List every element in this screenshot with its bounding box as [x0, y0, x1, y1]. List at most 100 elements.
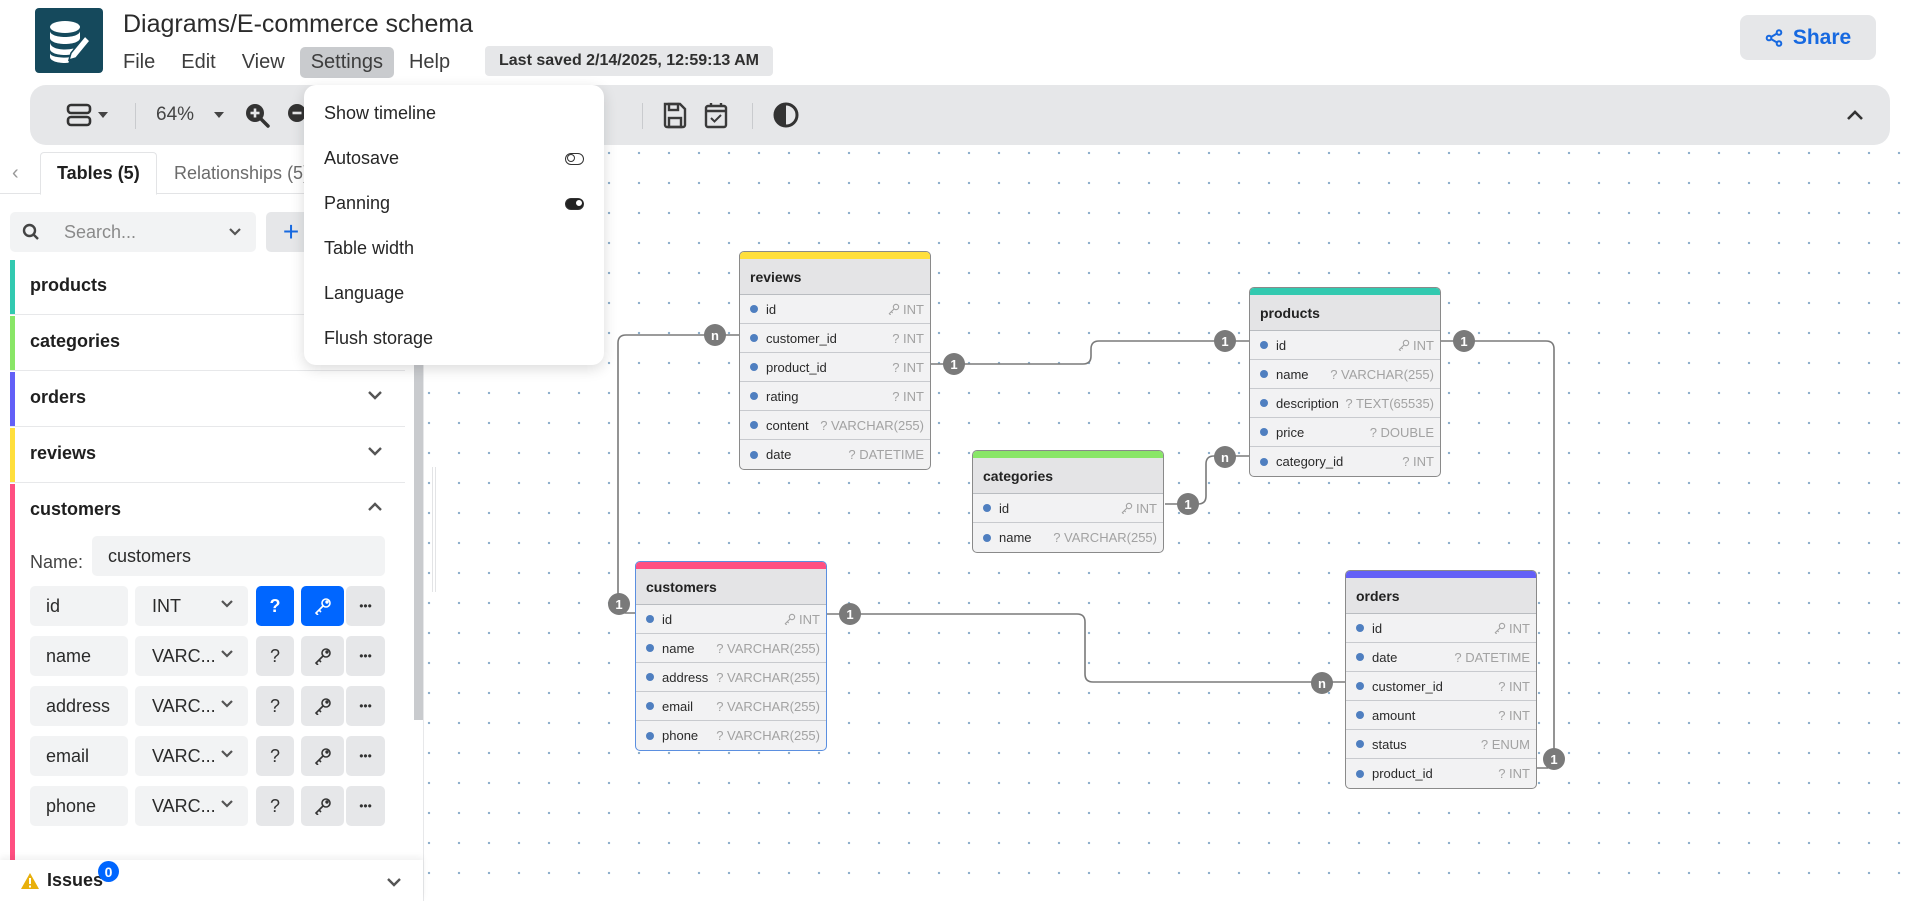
diagram-table-categories[interactable]: categories id INT name ? VARCHAR(255) — [972, 450, 1164, 553]
field-handle-dot[interactable] — [1260, 370, 1268, 378]
share-button[interactable]: Share — [1740, 15, 1876, 60]
table-field-row[interactable]: amount ? INT — [1346, 701, 1536, 730]
table-field-row[interactable]: price ? DOUBLE — [1250, 418, 1440, 447]
field-handle-dot[interactable] — [1356, 711, 1364, 719]
table-field-row[interactable]: customer_id ? INT — [740, 324, 930, 353]
table-field-row[interactable]: rating ? INT — [740, 382, 930, 411]
collapse-toolbar-button[interactable] — [1846, 85, 1864, 145]
menu-view[interactable]: View — [231, 47, 296, 78]
menu-help[interactable]: Help — [398, 47, 461, 78]
table-header[interactable]: categories — [973, 458, 1163, 494]
table-field-row[interactable]: status ? ENUM — [1346, 730, 1536, 759]
save-button[interactable] — [662, 85, 688, 145]
menu-item-table-width[interactable]: Table width — [304, 226, 604, 271]
field-type-select[interactable]: VARC... — [135, 686, 248, 726]
zoom-in-button[interactable] — [244, 85, 270, 145]
field-more-button[interactable]: ••• — [346, 786, 385, 826]
field-name-input[interactable]: id — [30, 586, 128, 626]
panning-toggle[interactable] — [565, 197, 584, 210]
table-field-row[interactable]: id INT — [740, 295, 930, 324]
field-handle-dot[interactable] — [750, 421, 758, 429]
menu-item-autosave[interactable]: Autosave — [304, 136, 604, 181]
table-header[interactable]: reviews — [740, 259, 930, 295]
autosave-toggle[interactable] — [565, 152, 584, 165]
field-handle-dot[interactable] — [1260, 341, 1268, 349]
field-handle-dot[interactable] — [1356, 682, 1364, 690]
field-handle-dot[interactable] — [1260, 399, 1268, 407]
field-handle-dot[interactable] — [646, 644, 654, 652]
primary-key-toggle[interactable] — [301, 636, 344, 676]
table-field-row[interactable]: name ? VARCHAR(255) — [973, 523, 1163, 552]
layout-dropdown[interactable] — [66, 85, 108, 145]
field-type-select[interactable]: INT — [135, 586, 248, 626]
field-more-button[interactable]: ••• — [346, 686, 385, 726]
menu-item-flush-storage[interactable]: Flush storage — [304, 316, 604, 361]
field-more-button[interactable]: ••• — [346, 586, 385, 626]
sidebar-table-reviews[interactable]: reviews — [10, 428, 405, 483]
nullable-toggle[interactable]: ? — [256, 786, 294, 826]
chevron-left-icon[interactable]: ‹ — [12, 162, 19, 185]
field-handle-dot[interactable] — [750, 363, 758, 371]
table-field-row[interactable]: name ? VARCHAR(255) — [636, 634, 826, 663]
table-field-row[interactable]: phone ? VARCHAR(255) — [636, 721, 826, 750]
field-name-input[interactable]: address — [30, 686, 128, 726]
menu-item-panning[interactable]: Panning — [304, 181, 604, 226]
field-handle-dot[interactable] — [1356, 769, 1364, 778]
diagram-table-reviews[interactable]: reviews id INT customer_id ? INT product_id ? … — [739, 251, 931, 470]
field-handle-dot[interactable] — [983, 533, 991, 542]
field-handle-dot[interactable] — [1356, 740, 1364, 748]
zoom-dropdown[interactable]: 64% — [156, 85, 225, 145]
field-handle-dot[interactable] — [750, 450, 758, 459]
app-logo[interactable] — [35, 8, 103, 73]
table-field-row[interactable]: id INT — [1250, 331, 1440, 360]
nullable-toggle[interactable]: ? — [256, 636, 294, 676]
table-field-row[interactable]: address ? VARCHAR(255) — [636, 663, 826, 692]
table-header[interactable]: orders — [1346, 578, 1536, 614]
field-more-button[interactable]: ••• — [346, 736, 385, 776]
field-more-button[interactable]: ••• — [346, 636, 385, 676]
table-name-input[interactable]: customers — [92, 536, 385, 576]
theme-toggle-button[interactable] — [772, 85, 800, 145]
tab-tables[interactable]: Tables (5) — [40, 152, 157, 195]
diagram-table-customers[interactable]: customers id INT name ? VARCHAR(255) address?… — [635, 561, 827, 751]
field-handle-dot[interactable] — [1356, 653, 1364, 661]
diagram-canvas[interactable] — [424, 150, 1918, 901]
field-name-input[interactable]: email — [30, 736, 128, 776]
table-field-row[interactable]: date ? DATETIME — [1346, 643, 1536, 672]
field-handle-dot[interactable] — [646, 731, 654, 740]
table-header[interactable]: customers — [636, 569, 826, 605]
field-handle-dot[interactable] — [646, 673, 654, 681]
table-field-row[interactable]: id INT — [636, 605, 826, 634]
table-field-row[interactable]: id INT — [973, 494, 1163, 523]
field-handle-dot[interactable] — [1356, 624, 1364, 632]
canvas-resize-handle[interactable] — [432, 467, 436, 592]
field-type-select[interactable]: VARC... — [135, 636, 248, 676]
field-handle-dot[interactable] — [1260, 457, 1268, 466]
field-handle-dot[interactable] — [750, 392, 758, 400]
field-name-input[interactable]: phone — [30, 786, 128, 826]
search-input[interactable] — [64, 221, 214, 243]
field-handle-dot[interactable] — [646, 702, 654, 710]
table-field-row[interactable]: product_id ? INT — [740, 353, 930, 382]
menu-file[interactable]: File — [112, 47, 166, 78]
field-handle-dot[interactable] — [983, 504, 991, 512]
diagram-title[interactable]: Diagrams/E-commerce schema — [123, 10, 473, 39]
field-handle-dot[interactable] — [750, 334, 758, 342]
field-handle-dot[interactable] — [750, 305, 758, 313]
field-type-select[interactable]: VARC... — [135, 786, 248, 826]
table-field-row[interactable]: name ? VARCHAR(255) — [1250, 360, 1440, 389]
sidebar-table-orders[interactable]: orders — [10, 372, 405, 427]
issues-panel[interactable]: Issues 0 — [0, 860, 423, 901]
primary-key-toggle[interactable] — [301, 686, 344, 726]
field-handle-dot[interactable] — [1260, 428, 1268, 436]
nullable-toggle[interactable]: ? — [256, 736, 294, 776]
diagram-table-orders[interactable]: orders id INT date ? DATETIME customer_id ? IN… — [1345, 570, 1537, 789]
table-header[interactable]: products — [1250, 295, 1440, 331]
table-search[interactable] — [10, 212, 256, 252]
field-type-select[interactable]: VARC... — [135, 736, 248, 776]
field-handle-dot[interactable] — [646, 615, 654, 623]
menu-edit[interactable]: Edit — [170, 47, 226, 78]
primary-key-toggle[interactable] — [301, 736, 344, 776]
nullable-toggle[interactable]: ? — [256, 686, 294, 726]
table-field-row[interactable]: description ? TEXT(65535) — [1250, 389, 1440, 418]
